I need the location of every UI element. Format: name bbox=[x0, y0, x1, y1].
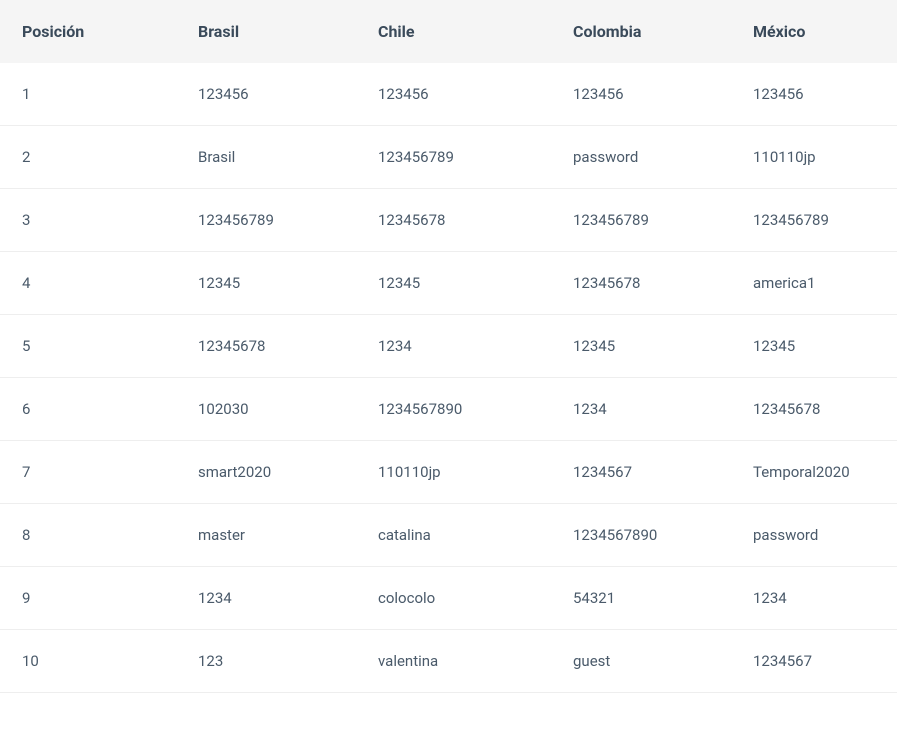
table-body: 1 123456 123456 123456 123456 2 Brasil 1… bbox=[0, 63, 897, 693]
cell-posicion: 6 bbox=[0, 378, 180, 441]
header-colombia: Colombia bbox=[555, 0, 735, 63]
cell-mexico: 110110jp bbox=[735, 126, 897, 189]
cell-posicion: 1 bbox=[0, 63, 180, 126]
cell-chile: colocolo bbox=[360, 567, 555, 630]
cell-posicion: 7 bbox=[0, 441, 180, 504]
cell-colombia: 12345678 bbox=[555, 252, 735, 315]
header-chile: Chile bbox=[360, 0, 555, 63]
cell-mexico: 1234 bbox=[735, 567, 897, 630]
cell-mexico: Temporal2020 bbox=[735, 441, 897, 504]
cell-mexico: 12345 bbox=[735, 315, 897, 378]
cell-brasil: 12345678 bbox=[180, 315, 360, 378]
table-row: 1 123456 123456 123456 123456 bbox=[0, 63, 897, 126]
cell-colombia: 1234 bbox=[555, 378, 735, 441]
cell-mexico: america1 bbox=[735, 252, 897, 315]
passwords-table: Posición Brasil Chile Colombia México 1 … bbox=[0, 0, 897, 693]
table-row: 3 123456789 12345678 123456789 123456789 bbox=[0, 189, 897, 252]
cell-colombia: 1234567 bbox=[555, 441, 735, 504]
cell-chile: 123456789 bbox=[360, 126, 555, 189]
cell-mexico: password bbox=[735, 504, 897, 567]
cell-brasil: master bbox=[180, 504, 360, 567]
cell-brasil: 123456789 bbox=[180, 189, 360, 252]
cell-brasil: 12345 bbox=[180, 252, 360, 315]
cell-colombia: password bbox=[555, 126, 735, 189]
cell-brasil: Brasil bbox=[180, 126, 360, 189]
cell-posicion: 4 bbox=[0, 252, 180, 315]
cell-chile: 110110jp bbox=[360, 441, 555, 504]
cell-colombia: guest bbox=[555, 630, 735, 693]
cell-chile: 1234 bbox=[360, 315, 555, 378]
cell-colombia: 54321 bbox=[555, 567, 735, 630]
cell-brasil: 102030 bbox=[180, 378, 360, 441]
cell-posicion: 9 bbox=[0, 567, 180, 630]
table-row: 7 smart2020 110110jp 1234567 Temporal202… bbox=[0, 441, 897, 504]
cell-brasil: 123456 bbox=[180, 63, 360, 126]
table-header-row: Posición Brasil Chile Colombia México bbox=[0, 0, 897, 63]
cell-chile: 1234567890 bbox=[360, 378, 555, 441]
table-row: 10 123 valentina guest 1234567 bbox=[0, 630, 897, 693]
cell-mexico: 1234567 bbox=[735, 630, 897, 693]
table-row: 6 102030 1234567890 1234 12345678 bbox=[0, 378, 897, 441]
header-brasil: Brasil bbox=[180, 0, 360, 63]
cell-chile: 12345678 bbox=[360, 189, 555, 252]
cell-brasil: smart2020 bbox=[180, 441, 360, 504]
cell-brasil: 123 bbox=[180, 630, 360, 693]
header-mexico: México bbox=[735, 0, 897, 63]
cell-colombia: 12345 bbox=[555, 315, 735, 378]
table-row: 8 master catalina 1234567890 password bbox=[0, 504, 897, 567]
cell-chile: valentina bbox=[360, 630, 555, 693]
cell-posicion: 3 bbox=[0, 189, 180, 252]
cell-chile: 123456 bbox=[360, 63, 555, 126]
cell-brasil: 1234 bbox=[180, 567, 360, 630]
header-posicion: Posición bbox=[0, 0, 180, 63]
table-row: 2 Brasil 123456789 password 110110jp bbox=[0, 126, 897, 189]
cell-colombia: 123456789 bbox=[555, 189, 735, 252]
cell-colombia: 123456 bbox=[555, 63, 735, 126]
cell-posicion: 10 bbox=[0, 630, 180, 693]
table-row: 5 12345678 1234 12345 12345 bbox=[0, 315, 897, 378]
cell-chile: 12345 bbox=[360, 252, 555, 315]
cell-chile: catalina bbox=[360, 504, 555, 567]
cell-mexico: 123456789 bbox=[735, 189, 897, 252]
cell-mexico: 123456 bbox=[735, 63, 897, 126]
cell-posicion: 5 bbox=[0, 315, 180, 378]
cell-colombia: 1234567890 bbox=[555, 504, 735, 567]
cell-posicion: 8 bbox=[0, 504, 180, 567]
cell-mexico: 12345678 bbox=[735, 378, 897, 441]
table-row: 9 1234 colocolo 54321 1234 bbox=[0, 567, 897, 630]
table-row: 4 12345 12345 12345678 america1 bbox=[0, 252, 897, 315]
cell-posicion: 2 bbox=[0, 126, 180, 189]
